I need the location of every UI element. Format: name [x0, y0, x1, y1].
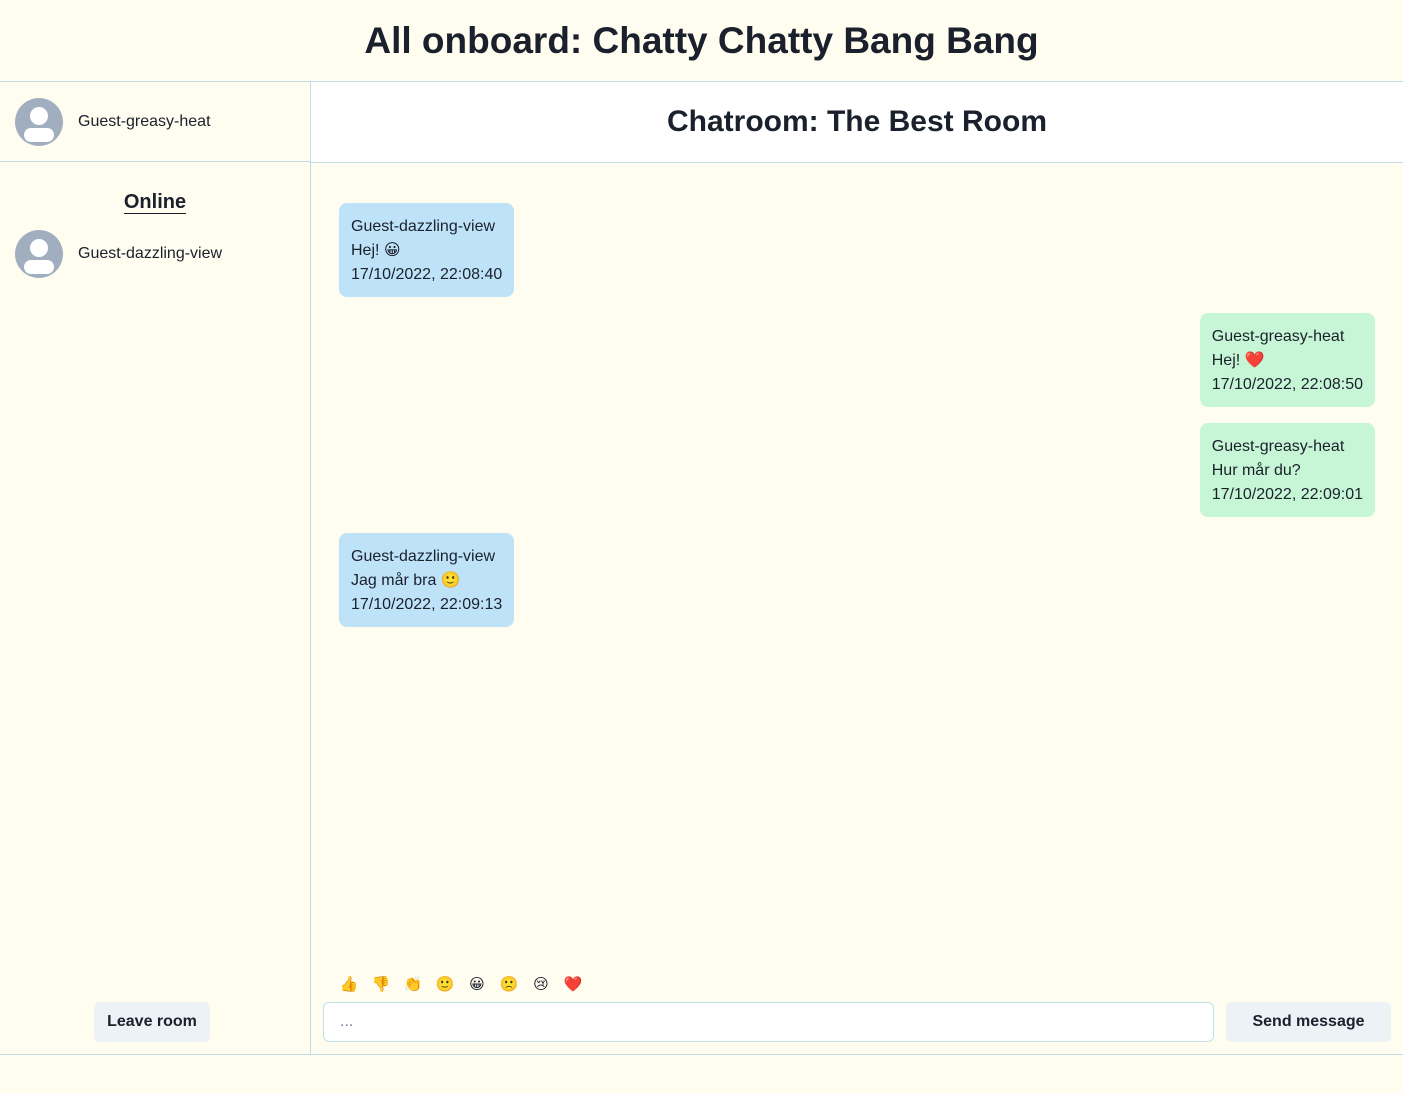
- online-user-item: Guest-dazzling-view: [0, 230, 310, 278]
- message-text: Hej! 😀: [351, 242, 401, 259]
- message-text: Hej! ❤️: [1211, 352, 1265, 369]
- emoji-picker: 👍 👎 👏 🙂 😀 🙁 😢 ❤️: [339, 975, 583, 997]
- message-timestamp: 17/10/2022, 22:09:01: [1211, 486, 1363, 503]
- crying-emoji-button[interactable]: 😢: [531, 975, 551, 997]
- message-bubble: Guest-dazzling-view Hej! 😀 17/10/2022, 2…: [339, 203, 515, 297]
- message-bubble: Guest-dazzling-view Jag mår bra 🙂 17/10/…: [339, 533, 515, 627]
- chat-app: All onboard: Chatty Chatty Bang Bang Gue…: [0, 0, 1403, 1093]
- grin-emoji-button[interactable]: 😀: [467, 975, 487, 997]
- sidebar: Guest-greasy-heat Online Guest-dazzling-…: [0, 82, 311, 1054]
- chatroom-title: Chatroom: The Best Room: [666, 105, 1047, 138]
- message-bubble: Guest-greasy-heat Hej! ❤️ 17/10/2022, 22…: [1199, 313, 1375, 407]
- message-timestamp: 17/10/2022, 22:09:13: [351, 596, 503, 613]
- user-avatar-icon: [15, 230, 63, 278]
- message-author: Guest-dazzling-view: [351, 218, 496, 235]
- heart-emoji-button[interactable]: ❤️: [563, 975, 583, 997]
- message-input[interactable]: [323, 1002, 1214, 1042]
- current-user: Guest-greasy-heat: [0, 82, 310, 162]
- chatroom-header: Chatroom: The Best Room: [311, 82, 1403, 163]
- clapping-emoji-button[interactable]: 👏: [403, 975, 423, 997]
- send-message-button[interactable]: Send message: [1226, 1002, 1391, 1042]
- message-text: Hur mår du?: [1211, 462, 1301, 479]
- app-footer: [0, 1054, 1403, 1093]
- online-user-name: Guest-dazzling-view: [78, 245, 223, 262]
- app-header: All onboard: Chatty Chatty Bang Bang: [0, 0, 1403, 82]
- leave-room-button[interactable]: Leave room: [94, 1002, 210, 1042]
- message-author: Guest-greasy-heat: [1211, 438, 1345, 455]
- user-avatar-icon: [15, 97, 63, 146]
- online-heading: Online: [123, 191, 187, 214]
- message-bubble: Guest-greasy-heat Hur mår du? 17/10/2022…: [1199, 423, 1375, 517]
- message-author: Guest-dazzling-view: [351, 548, 496, 565]
- thumbs-down-emoji-button[interactable]: 👎: [371, 975, 391, 997]
- message-timestamp: 17/10/2022, 22:08:40: [351, 266, 503, 283]
- app-title: All onboard: Chatty Chatty Bang Bang: [364, 19, 1039, 61]
- message-text: Jag mår bra 🙂: [351, 572, 461, 589]
- frown-emoji-button[interactable]: 🙁: [499, 975, 519, 997]
- message-author: Guest-greasy-heat: [1211, 328, 1345, 345]
- online-user-list: Guest-dazzling-view: [0, 230, 310, 278]
- current-user-name: Guest-greasy-heat: [78, 112, 211, 130]
- message-list: Guest-dazzling-view Hej! 😀 17/10/2022, 2…: [311, 163, 1403, 963]
- thumbs-up-emoji-button[interactable]: 👍: [339, 975, 359, 997]
- message-timestamp: 17/10/2022, 22:08:50: [1211, 376, 1363, 393]
- slight-smile-emoji-button[interactable]: 🙂: [435, 975, 455, 997]
